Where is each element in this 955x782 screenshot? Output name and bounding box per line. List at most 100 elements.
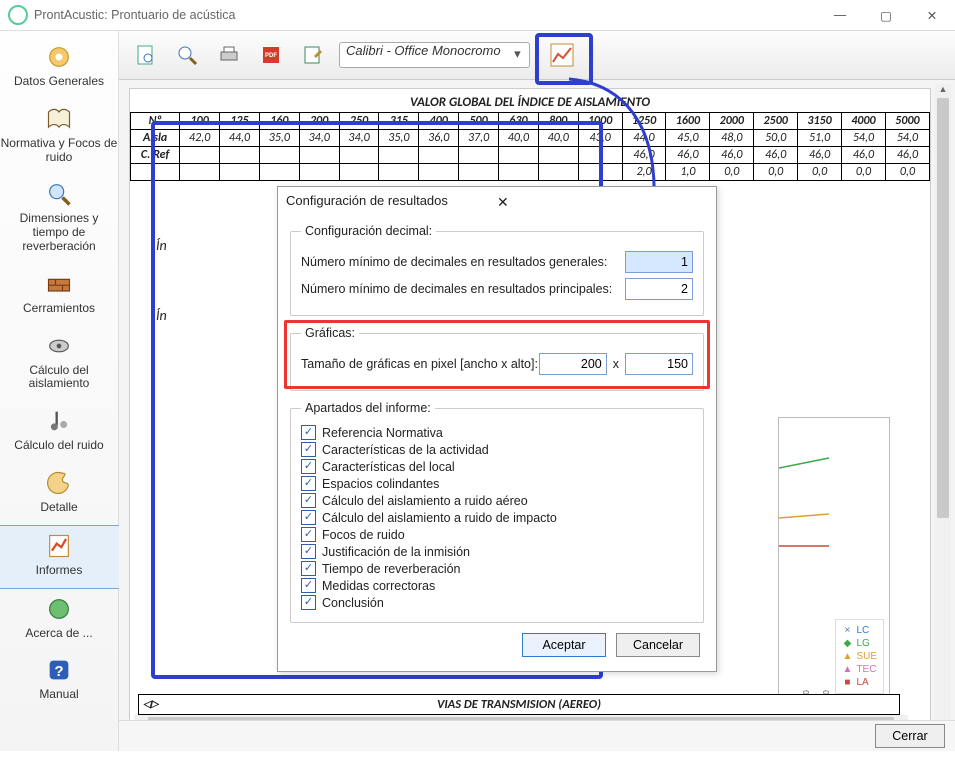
graph-height-input[interactable]	[625, 353, 693, 375]
general-decimals-input[interactable]	[625, 251, 693, 273]
document-icon	[134, 44, 156, 66]
vertical-scrollbar[interactable]: ▲ ▼	[935, 84, 951, 736]
checkbox-label: Características de la actividad	[322, 443, 489, 457]
minimize-button[interactable]: —	[817, 0, 863, 30]
theme-select[interactable]: Calibri - Office Monocromo	[339, 42, 530, 68]
graph-width-input[interactable]	[539, 353, 607, 375]
main-area: PDF Calibri - Office Monocromo VALOR GLO…	[119, 31, 955, 751]
report-section-checkbox[interactable]: ✓Espacios colindantes	[301, 476, 693, 491]
table-row: Aisla 42,044,035,034,034,035,036,037,040…	[131, 130, 930, 147]
sidebar-item-label: Informes	[0, 564, 118, 578]
palette-icon	[44, 469, 74, 497]
legend-item: LC	[842, 624, 877, 637]
checkbox-label: Focos de ruido	[322, 528, 405, 542]
sidebar-item-label: Cálculo del aislamiento	[0, 364, 118, 392]
table-row: 2,01,00,00,00,00,00,0	[131, 164, 930, 181]
chart-icon	[549, 42, 575, 68]
report-section-checkbox[interactable]: ✓ Referencia Normativa	[301, 425, 693, 440]
checkbox-icon: ✓	[301, 442, 316, 457]
zoom-button[interactable]	[171, 39, 203, 71]
close-window-button[interactable]: ✕	[909, 0, 955, 30]
view-button[interactable]	[129, 39, 161, 71]
checkbox-label: Cálculo del aislamiento a ruido de impac…	[322, 511, 557, 525]
sidebar-item-label: Cálculo del ruido	[0, 439, 118, 453]
edit-button[interactable]	[297, 39, 329, 71]
checkbox-icon: ✓	[301, 578, 316, 593]
report-section-checkbox[interactable]: ✓Conclusión	[301, 595, 693, 610]
report-section-checkbox[interactable]: ✓ Focos de ruido	[301, 527, 693, 542]
sidebar-item-label: Detalle	[0, 501, 118, 515]
legend-item: TEC	[842, 663, 877, 676]
report-section-checkbox[interactable]: ✓ Características de la actividad	[301, 442, 693, 457]
sidebar-item-informes[interactable]: Informes	[0, 525, 121, 589]
help-icon: ?	[44, 656, 74, 684]
pdf-button[interactable]: PDF	[255, 39, 287, 71]
app-icon	[8, 5, 28, 25]
checkbox-label: Referencia Normativa	[322, 426, 443, 440]
note-icon	[44, 407, 74, 435]
sidebar-item-calculo-ruido[interactable]: Cálculo del ruido	[0, 401, 120, 463]
dialog-close-button[interactable]: ✕	[497, 194, 708, 208]
checkbox-icon: ✓	[301, 425, 316, 440]
section-title: ◁▷ VIAS DE TRANSMISION (AEREO)	[138, 694, 900, 715]
report-section-checkbox[interactable]: ✓ Características del local	[301, 459, 693, 474]
cancel-button[interactable]: Cancelar	[616, 633, 700, 657]
magnifier-icon	[176, 44, 198, 66]
checkbox-icon: ✓	[301, 527, 316, 542]
svg-text:?: ?	[54, 663, 63, 680]
checkbox-label: Características del local	[322, 460, 455, 474]
sidebar-item-normativa[interactable]: Normativa y Focos de ruido	[0, 99, 120, 175]
checkbox-icon: ✓	[301, 459, 316, 474]
book-icon	[44, 105, 74, 133]
legend-item: SUE	[842, 650, 877, 663]
sidebar-item-acerca[interactable]: Acerca de ...	[0, 589, 120, 651]
speaker-icon	[44, 332, 74, 360]
sidebar-item-label: Manual	[0, 688, 118, 702]
checkbox-label: Medidas correctoras	[322, 579, 435, 593]
table-corner: Nº	[131, 113, 180, 130]
maximize-button[interactable]: ▢	[863, 0, 909, 30]
titlebar: ProntAcustic: Prontuario de acústica — ▢…	[0, 0, 955, 31]
printer-icon	[218, 44, 240, 66]
bg-text: Ín	[156, 307, 167, 324]
accept-button[interactable]: Aceptar	[522, 633, 606, 657]
chart-settings-button[interactable]	[546, 39, 578, 71]
decimal-fieldset: Configuración decimal: Número mínimo de …	[290, 224, 704, 316]
report-section-checkbox[interactable]: ✓Cálculo del aislamiento a ruido de impa…	[301, 510, 693, 525]
theme-select-value: Calibri - Office Monocromo	[346, 43, 501, 58]
report-section-checkbox[interactable]: ✓ Medidas correctoras	[301, 578, 693, 593]
magnifier-icon	[44, 180, 74, 208]
logo-icon	[44, 595, 74, 623]
legend-item: LA	[842, 676, 877, 689]
pdf-icon: PDF	[260, 44, 282, 66]
svg-text:PDF: PDF	[265, 53, 277, 59]
checkbox-icon: ✓	[301, 595, 316, 610]
report-section-checkbox[interactable]: ✓Tiempo de reverberación	[301, 561, 693, 576]
close-button[interactable]: Cerrar	[875, 724, 945, 748]
sidebar-item-dimensiones[interactable]: Dimensiones y tiempo de reverberación	[0, 174, 120, 263]
checkbox-label: Espacios colindantes	[322, 477, 439, 491]
checkbox-label: Justificación de la inmisión	[322, 545, 470, 559]
sidebar-item-label: Normativa y Focos de ruido	[0, 137, 118, 165]
aislamiento-table: VALOR GLOBAL DEL ÍNDICE DE AISLAMIENTO N…	[130, 93, 930, 181]
graficas-legend: Gráficas:	[301, 326, 359, 340]
report-section-checkbox[interactable]: ✓Cálculo del aislamiento a ruido aéreo	[301, 493, 693, 508]
report-section-checkbox[interactable]: ✓ Justificación de la inmisión	[301, 544, 693, 559]
sidebar-item-label: Acerca de ...	[0, 627, 118, 641]
sidebar-item-label: Cerramientos	[0, 302, 118, 316]
chart-legend: LC LG SUE TEC LA	[835, 619, 884, 694]
sidebar-item-cerramientos[interactable]: Cerramientos	[0, 264, 120, 326]
sidebar-item-calculo-aislamiento[interactable]: Cálculo del aislamiento	[0, 326, 120, 402]
principal-decimals-input[interactable]	[625, 278, 693, 300]
graficas-fieldset: Gráficas: Tamaño de gráficas en pixel [a…	[290, 326, 704, 391]
config-results-dialog: Configuración de resultados ✕ Configurac…	[277, 186, 717, 672]
sidebar-item-detalle[interactable]: Detalle	[0, 463, 120, 525]
print-button[interactable]	[213, 39, 245, 71]
dialog-titlebar: Configuración de resultados ✕	[278, 187, 716, 214]
graph-size-label: Tamaño de gráficas en pixel [ancho x alt…	[301, 357, 539, 371]
sidebar-item-manual[interactable]: ? Manual	[0, 650, 120, 712]
checkbox-icon: ✓	[301, 544, 316, 559]
sidebar-item-datos-generales[interactable]: Datos Generales	[0, 37, 120, 99]
general-decimals-label: Número mínimo de decimales en resultados…	[301, 255, 625, 269]
sidebar-item-label: Datos Generales	[0, 75, 118, 89]
